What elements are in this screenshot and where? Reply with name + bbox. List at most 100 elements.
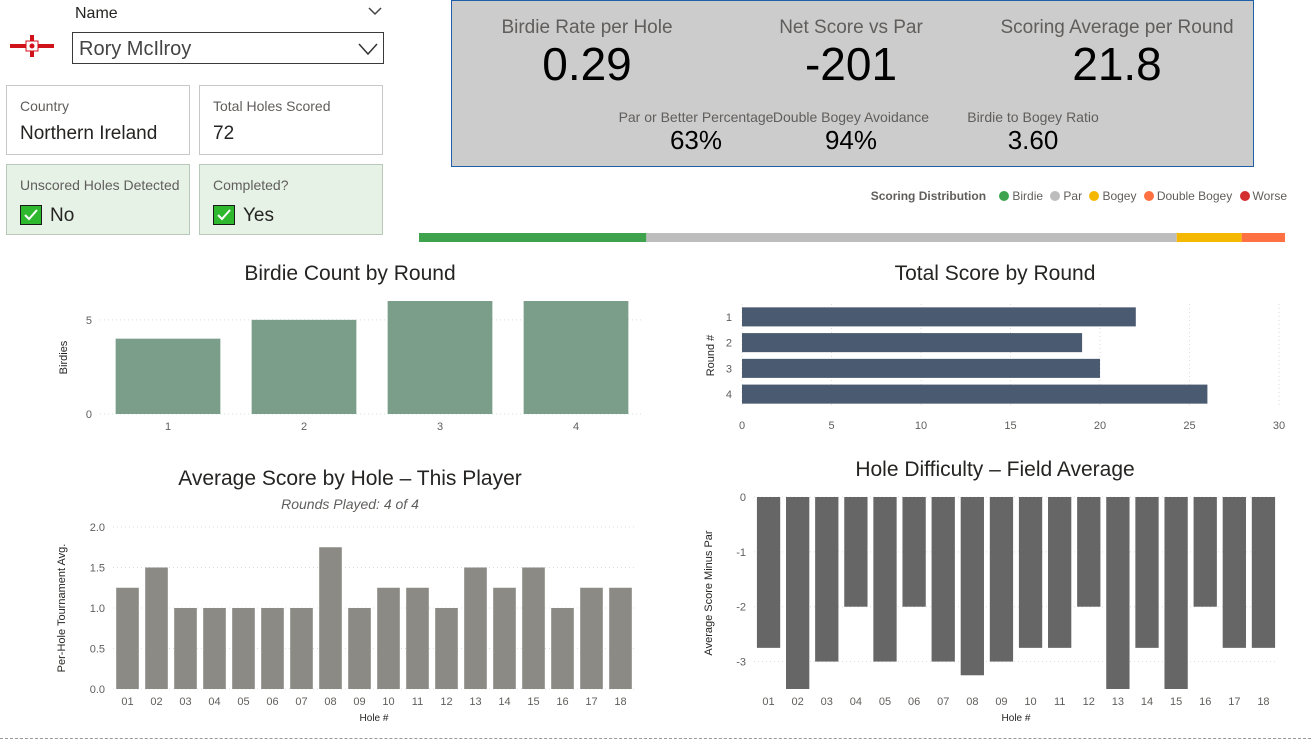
bar [1193, 497, 1217, 607]
bar [902, 497, 926, 607]
bar [319, 547, 342, 689]
x-tick-label: 15 [527, 696, 539, 708]
holes-card-title: Total Holes Scored [213, 98, 331, 114]
x-tick-label: 13 [469, 696, 481, 708]
bar [493, 587, 516, 689]
y-tick-label: -1 [736, 547, 746, 559]
legend-item-birdie[interactable]: Birdie [999, 189, 1043, 203]
x-tick-label: 15 [1004, 420, 1016, 432]
x-tick-label: 09 [353, 696, 365, 708]
legend-item-worse[interactable]: Worse [1239, 189, 1287, 203]
kpi-value: -201 [804, 38, 898, 90]
bar [387, 301, 493, 414]
avg-score-chart: 0.0 0.5 1.0 1.5 2.0 01 02 03 04 05 06 07 08 09 10 11 12 1… [56, 522, 635, 724]
x-tick-label: 03 [821, 696, 833, 708]
y-tick-label: 1.5 [90, 563, 105, 575]
kpi-net-score: Net Score vs Par -201 [751, 17, 951, 89]
kpi-panel: Birdie Rate per Hole 0.29 Net Score vs P… [451, 0, 1254, 167]
x-tick-label: 16 [556, 696, 568, 708]
y-tick-label: -2 [736, 602, 746, 614]
x-tick-label: 07 [295, 696, 307, 708]
x-tick-label: 06 [266, 696, 278, 708]
bar [116, 587, 139, 689]
chevron-down-icon[interactable] [368, 6, 382, 16]
x-axis-label: Hole # [360, 713, 389, 724]
kpi-label: Birdie Rate per Hole [501, 17, 673, 38]
avg-score-chart-subtitle: Rounds Played: 4 of 4 [281, 496, 419, 512]
x-tick-label: 14 [498, 696, 510, 708]
holes-card-value: 72 [213, 123, 235, 144]
x-tick-label: 3 [437, 421, 443, 433]
legend-label: Bogey [1102, 189, 1137, 203]
legend-item-bogey[interactable]: Bogey [1089, 189, 1136, 203]
unscored-card: Unscored Holes Detected No [6, 164, 190, 235]
y-tick-label: 1.0 [90, 603, 105, 615]
unscored-card-title: Unscored Holes Detected [20, 177, 180, 193]
legend-dot-icon [1089, 191, 1100, 201]
y-tick-label: 4 [726, 389, 732, 401]
country-card: Country Northern Ireland [6, 85, 190, 155]
x-tick-label: 15 [1170, 696, 1182, 708]
chevron-down-icon [358, 43, 378, 55]
bar [786, 497, 810, 689]
bar [960, 497, 984, 676]
bar [261, 608, 284, 689]
bar [1106, 497, 1130, 689]
y-axis-label: Per-Hole Tournament Avg. [56, 544, 68, 673]
distribution-segment [419, 233, 647, 242]
x-tick-label: 05 [237, 696, 249, 708]
y-tick-label: 0.0 [90, 684, 105, 696]
bar [756, 497, 781, 648]
bar [1164, 497, 1188, 689]
bar [435, 608, 458, 689]
checkmark-icon [213, 205, 235, 225]
completed-card-value: Yes [243, 205, 274, 226]
x-tick-label: 20 [1094, 420, 1106, 432]
kpi-value: 0.29 [542, 38, 632, 90]
kpi-double-bogey-avoidance: Double Bogey Avoidance 94% [751, 109, 951, 155]
x-tick-label: 10 [382, 696, 394, 708]
bar [377, 587, 400, 689]
legend-dot-icon [1239, 191, 1250, 201]
legend-label: Birdie [1012, 189, 1044, 203]
x-tick-label: 08 [324, 696, 336, 708]
x-tick-label: 1 [165, 421, 171, 433]
country-card-value: Northern Ireland [20, 123, 158, 144]
y-tick-label: 0 [86, 409, 92, 421]
bar [406, 587, 429, 689]
y-tick-label: 5 [86, 315, 92, 327]
difficulty-chart: 0 -1 -2 -3 01 02 03 04 05 06 07 08 09 10 11 12 13 14 15 16 1… [703, 492, 1278, 724]
avg-score-chart-title: Average Score by Hole – This Player [178, 467, 522, 490]
x-tick-label: 17 [1228, 696, 1240, 708]
kpi-birdie-rate: Birdie Rate per Hole 0.29 [487, 17, 687, 89]
name-dropdown[interactable]: Rory McIlroy [72, 32, 384, 64]
y-axis-label: Average Score Minus Par [703, 530, 715, 655]
unscored-card-value: No [50, 205, 75, 226]
y-tick-label: -3 [736, 657, 746, 669]
legend-dot-icon [1050, 191, 1061, 201]
difficulty-chart-title: Hole Difficulty – Field Average [855, 458, 1135, 481]
bar [551, 608, 574, 689]
x-tick-label: 08 [966, 696, 978, 708]
x-tick-label: 13 [1112, 696, 1124, 708]
bar [742, 307, 1136, 327]
kpi-label: Birdie to Bogey Ratio [967, 109, 1099, 125]
checkmark-icon [20, 205, 42, 225]
bar [523, 301, 629, 414]
bar [115, 338, 221, 414]
x-tick-label: 01 [762, 696, 774, 708]
legend-item-par[interactable]: Par [1050, 189, 1082, 203]
distribution-legend: Scoring Distribution Birdie Par Bogey Do… [871, 189, 1287, 203]
bar [522, 567, 545, 689]
divider [0, 738, 1311, 739]
x-tick-label: 12 [440, 696, 452, 708]
y-tick-label: 1 [726, 312, 732, 324]
bar [290, 608, 313, 689]
x-tick-label: 04 [208, 696, 220, 708]
name-dropdown-value: Rory McIlroy [79, 38, 192, 60]
distribution-bar [419, 233, 1285, 242]
legend-item-double-bogey[interactable]: Double Bogey [1143, 189, 1233, 203]
kpi-scoring-average: Scoring Average per Round 21.8 [992, 17, 1242, 89]
x-axis-label: Hole # [1002, 713, 1031, 724]
legend-label: Double Bogey [1156, 189, 1233, 203]
